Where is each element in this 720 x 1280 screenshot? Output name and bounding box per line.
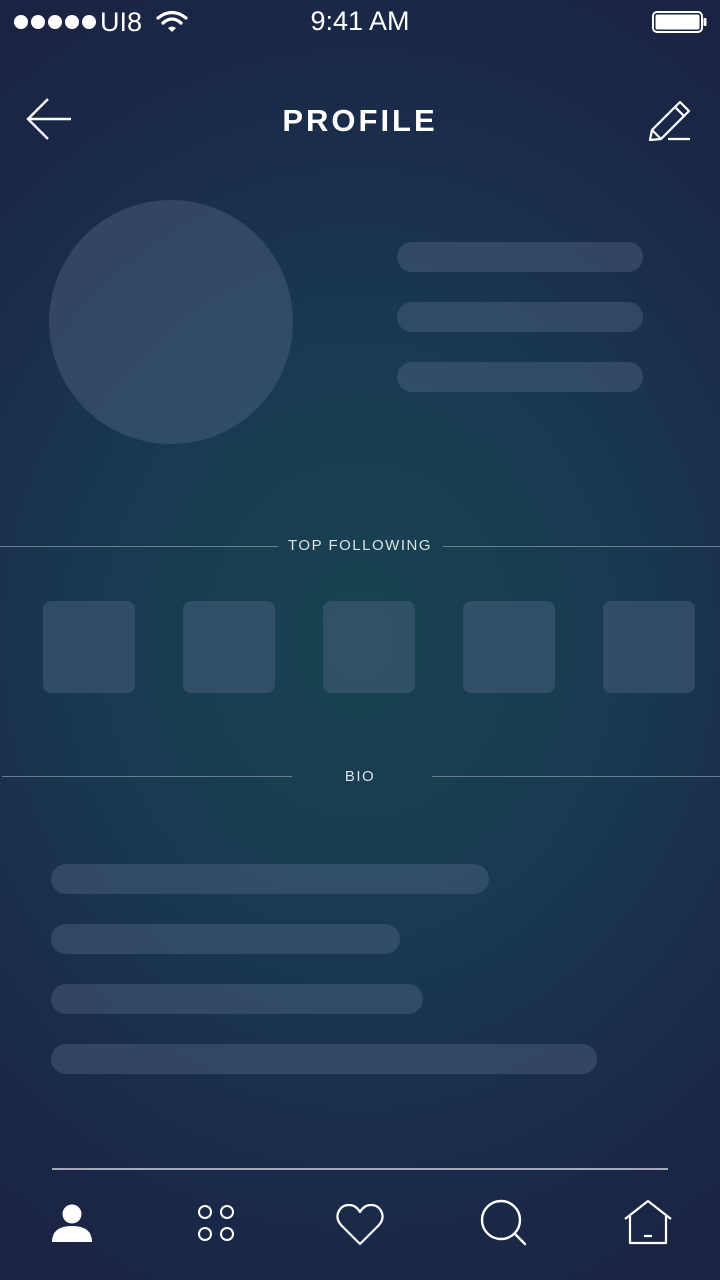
tab-apps[interactable] — [188, 1196, 244, 1252]
tab-profile[interactable] — [44, 1196, 100, 1252]
profile-name-placeholder — [397, 242, 643, 272]
bio-line-placeholder — [51, 924, 400, 954]
following-tile[interactable] — [183, 601, 275, 693]
following-tile[interactable] — [323, 601, 415, 693]
pencil-icon — [648, 100, 691, 142]
battery-icon — [652, 11, 708, 33]
following-tile[interactable] — [603, 601, 695, 693]
search-icon — [480, 1199, 527, 1246]
avatar-placeholder[interactable] — [49, 200, 293, 444]
profile-detail-placeholder — [397, 362, 643, 392]
section-divider — [432, 776, 720, 777]
section-divider — [443, 546, 720, 547]
status-time: 9:41 AM — [310, 6, 410, 36]
user-icon — [52, 1204, 92, 1242]
home-icon — [624, 1199, 672, 1245]
tab-search[interactable] — [476, 1196, 532, 1252]
bio-heading: BIO — [344, 768, 376, 785]
apps-grid-icon — [198, 1205, 234, 1241]
bio-line-placeholder — [51, 1044, 597, 1074]
following-tile[interactable] — [463, 601, 555, 693]
bio-line-placeholder — [51, 864, 489, 894]
tab-bar-divider — [52, 1168, 668, 1170]
heart-icon — [336, 1203, 384, 1246]
profile-screen: UI8 9:41 AM PROFILE TOP FOLLOWING BIO — [0, 0, 720, 1280]
page-title: PROFILE — [282, 103, 438, 138]
tab-favorites[interactable] — [332, 1196, 388, 1252]
bio-line-placeholder — [51, 984, 423, 1014]
tab-home[interactable] — [620, 1196, 676, 1252]
status-bar: UI8 9:41 AM — [0, 0, 720, 44]
profile-detail-placeholder — [397, 302, 643, 332]
edit-profile-button[interactable] — [642, 92, 698, 148]
following-tile[interactable] — [43, 601, 135, 693]
